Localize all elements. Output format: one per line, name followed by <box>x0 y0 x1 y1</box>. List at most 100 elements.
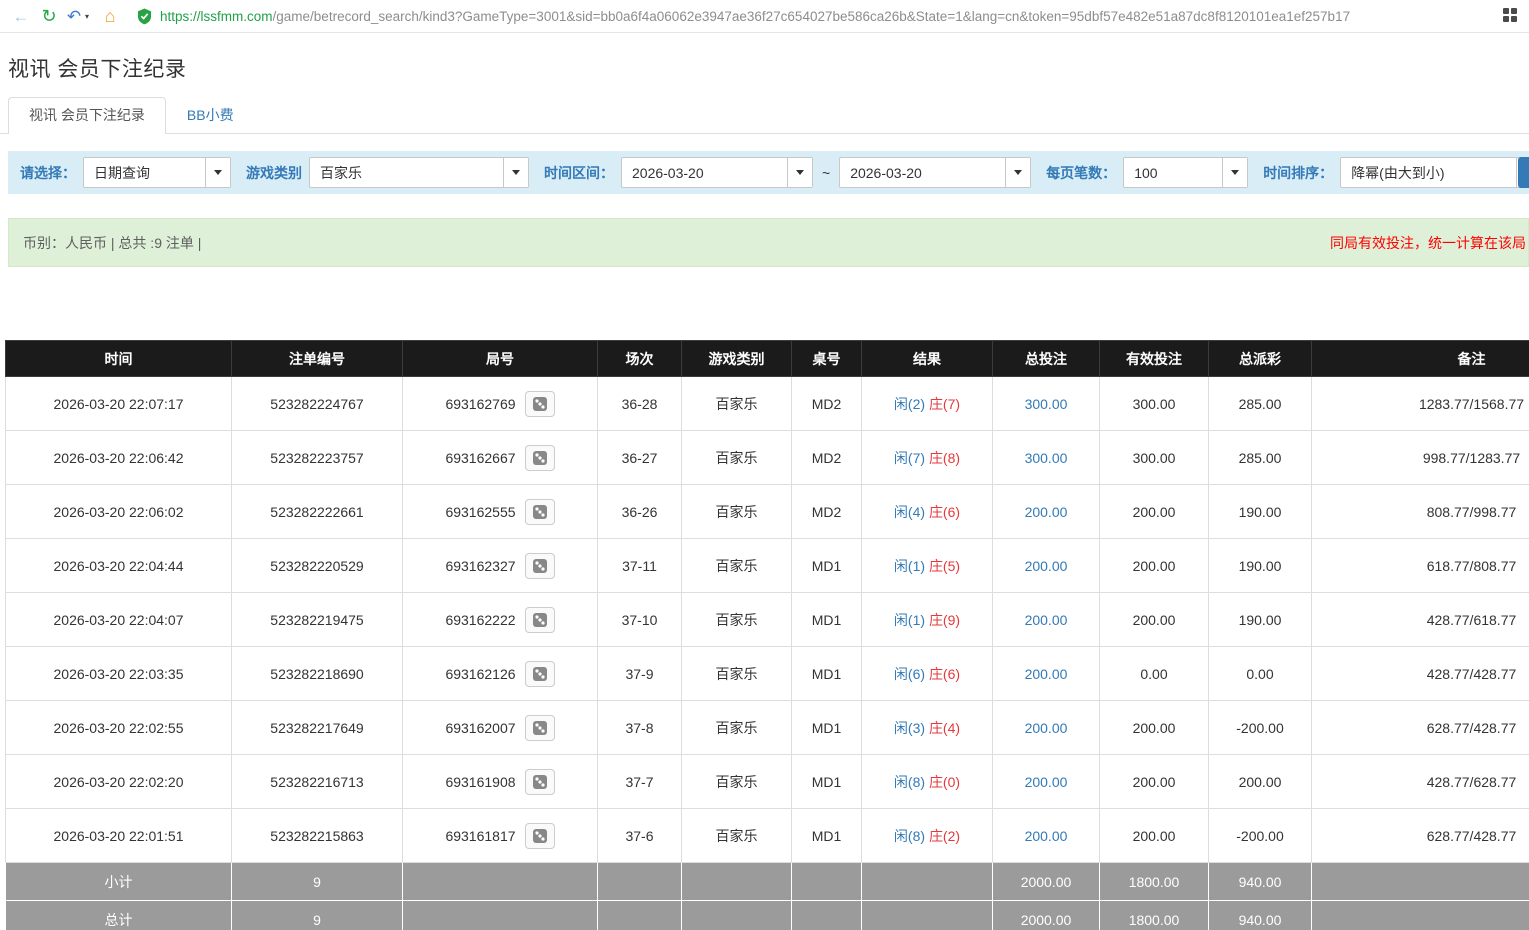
replay-video-button[interactable] <box>525 553 555 579</box>
round-number: 693162769 <box>445 396 515 412</box>
chevron-down-icon[interactable] <box>787 158 812 187</box>
replay-video-button[interactable] <box>525 445 555 471</box>
tab-betrecord[interactable]: 视讯 会员下注纪录 <box>8 97 166 134</box>
total-bet-link[interactable]: 200.00 <box>1025 558 1068 574</box>
sort-select[interactable]: 降幂(由大到小) <box>1340 157 1529 188</box>
cell-payout: 285.00 <box>1209 377 1312 431</box>
cell-game-type: 百家乐 <box>682 485 792 539</box>
game-type-value[interactable]: 百家乐 <box>310 158 503 187</box>
cell-table-no: MD1 <box>792 593 862 647</box>
cell-result: 闲(7) 庄(8) <box>862 431 993 485</box>
banker-result: 庄(7) <box>929 396 960 412</box>
total-bet-link[interactable]: 300.00 <box>1025 450 1068 466</box>
table-row: 2026-03-20 22:04:07523282219475693162222… <box>6 593 1529 647</box>
total-count: 9 <box>232 901 403 930</box>
cell-time: 2026-03-20 22:02:55 <box>6 701 232 755</box>
page-size-value[interactable]: 100 <box>1124 158 1222 187</box>
col-header-table-no: 桌号 <box>792 341 862 377</box>
date-from-select[interactable]: 2026-03-20 <box>621 157 813 188</box>
cell-payout: 200.00 <box>1209 755 1312 809</box>
cell-bet-id: 523282216713 <box>232 755 403 809</box>
date-mode-select[interactable]: 日期查询 <box>83 157 231 188</box>
dice-replay-icon <box>532 720 548 736</box>
cell-round-id: 693162769 <box>403 377 598 431</box>
search-button[interactable] <box>1518 157 1529 188</box>
cell-valid-bet: 200.00 <box>1100 701 1209 755</box>
cell-valid-bet: 300.00 <box>1100 377 1209 431</box>
undo-icon[interactable]: ↶ <box>64 0 84 33</box>
undo-dropdown[interactable]: ↶ ▾ <box>64 0 95 33</box>
page-size-select[interactable]: 100 <box>1123 157 1248 188</box>
date-mode-label: 请选择： <box>20 163 76 183</box>
cell-total-bet: 200.00 <box>993 755 1100 809</box>
cell-result: 闲(8) 庄(0) <box>862 755 993 809</box>
home-icon[interactable]: ⌂ <box>97 0 123 33</box>
sort-value[interactable]: 降幂(由大到小) <box>1341 158 1516 187</box>
replay-video-button[interactable] <box>525 499 555 525</box>
total-bet-link[interactable]: 300.00 <box>1025 396 1068 412</box>
cell-valid-bet: 200.00 <box>1100 755 1209 809</box>
cell-payout: -200.00 <box>1209 809 1312 863</box>
date-to-select[interactable]: 2026-03-20 <box>839 157 1031 188</box>
replay-video-button[interactable] <box>525 607 555 633</box>
total-bet-link[interactable]: 200.00 <box>1025 666 1068 682</box>
replay-video-button[interactable] <box>525 823 555 849</box>
chevron-down-icon[interactable] <box>1222 158 1247 187</box>
sort-label: 时间排序： <box>1263 163 1333 183</box>
total-total-bet: 2000.00 <box>993 901 1100 930</box>
replay-video-button[interactable] <box>525 769 555 795</box>
url-bar[interactable]: https://lssfmm.com/game/betrecord_search… <box>137 8 1491 25</box>
banker-result: 庄(6) <box>929 666 960 682</box>
cell-total-bet: 300.00 <box>993 377 1100 431</box>
chevron-down-icon[interactable] <box>503 158 528 187</box>
replay-video-button[interactable] <box>525 661 555 687</box>
chevron-down-icon[interactable] <box>205 158 230 187</box>
total-bet-link[interactable]: 200.00 <box>1025 828 1068 844</box>
cell-remark: 428.77/618.77 <box>1312 593 1529 647</box>
game-type-select[interactable]: 百家乐 <box>309 157 529 188</box>
cell-table-no: MD2 <box>792 377 862 431</box>
cell-remark: 998.77/1283.77 <box>1312 431 1529 485</box>
cell-total-bet: 200.00 <box>993 809 1100 863</box>
player-result: 闲(1) <box>894 558 925 574</box>
total-bet-link[interactable]: 200.00 <box>1025 612 1068 628</box>
undo-caret-icon[interactable]: ▾ <box>85 12 89 21</box>
cell-valid-bet: 300.00 <box>1100 431 1209 485</box>
cell-total-bet: 200.00 <box>993 539 1100 593</box>
banker-result: 庄(0) <box>929 774 960 790</box>
tab-bb-tip[interactable]: BB小费 <box>166 97 255 133</box>
dice-replay-icon <box>532 558 548 574</box>
tab-bar: 视讯 会员下注纪录 BB小费 <box>0 97 1529 134</box>
cell-round-id: 693162126 <box>403 647 598 701</box>
player-result: 闲(1) <box>894 612 925 628</box>
date-mode-value[interactable]: 日期查询 <box>84 158 205 187</box>
cell-session: 37-7 <box>598 755 682 809</box>
player-result: 闲(2) <box>894 396 925 412</box>
banker-result: 庄(5) <box>929 558 960 574</box>
col-header-valid-bet: 有效投注 <box>1100 341 1209 377</box>
refresh-icon[interactable]: ↻ <box>36 0 62 33</box>
summary-bar: 币别：人民币 | 总共 :9 注单 | 同局有效投注，统一计算在该局 <box>8 218 1529 267</box>
cell-payout: 190.00 <box>1209 485 1312 539</box>
cell-session: 37-9 <box>598 647 682 701</box>
cell-valid-bet: 200.00 <box>1100 539 1209 593</box>
extension-grid-icon[interactable] <box>1503 8 1521 24</box>
subtotal-payout: 940.00 <box>1209 863 1312 901</box>
dice-replay-icon <box>532 666 548 682</box>
dice-replay-icon <box>532 774 548 790</box>
replay-video-button[interactable] <box>525 715 555 741</box>
bet-table-body: 2026-03-20 22:07:17523282224767693162769… <box>6 377 1529 863</box>
round-number: 693162222 <box>445 612 515 628</box>
total-bet-link[interactable]: 200.00 <box>1025 504 1068 520</box>
url-domain: https://lssfmm.com <box>160 9 273 24</box>
date-from-value[interactable]: 2026-03-20 <box>622 158 787 187</box>
total-bet-link[interactable]: 200.00 <box>1025 720 1068 736</box>
cell-total-bet: 300.00 <box>993 431 1100 485</box>
replay-video-button[interactable] <box>525 391 555 417</box>
col-header-payout: 总派彩 <box>1209 341 1312 377</box>
cell-result: 闲(1) 庄(5) <box>862 539 993 593</box>
date-to-value[interactable]: 2026-03-20 <box>840 158 1005 187</box>
chevron-down-icon[interactable] <box>1005 158 1030 187</box>
total-bet-link[interactable]: 200.00 <box>1025 774 1068 790</box>
back-icon[interactable]: ← <box>8 0 34 33</box>
